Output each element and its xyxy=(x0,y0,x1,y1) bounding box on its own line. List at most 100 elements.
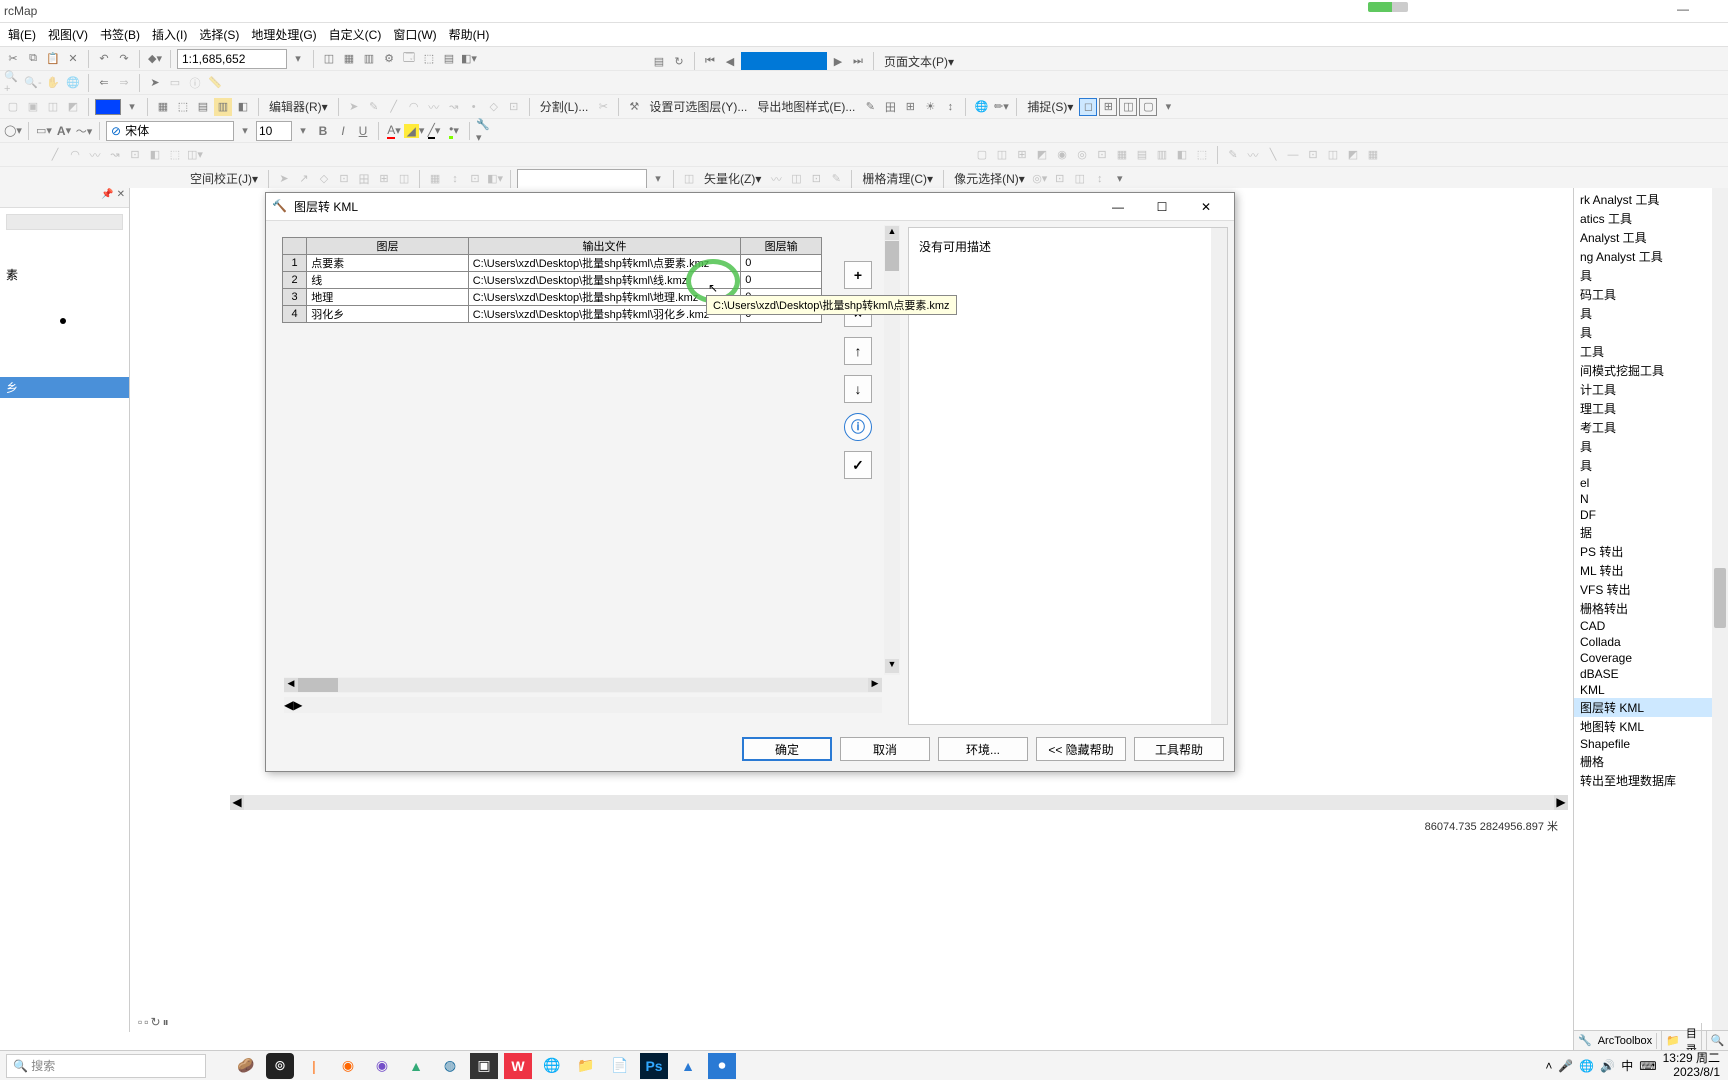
split-tool-icon[interactable]: ✂ xyxy=(594,98,612,116)
r4-icon[interactable]: ◩ xyxy=(1033,146,1051,164)
split-menu[interactable]: 分割(L)... xyxy=(536,98,593,115)
scale-combo[interactable]: 1:1,685,652 xyxy=(177,49,287,69)
dialog-hscroll[interactable]: ◀▶ xyxy=(284,697,882,713)
draw-rect-icon[interactable]: ▭▾ xyxy=(35,122,53,140)
app-m-icon[interactable]: ▲ xyxy=(674,1053,702,1079)
m2-icon[interactable]: ◠ xyxy=(66,146,84,164)
sa6-icon[interactable]: ⊞ xyxy=(375,170,393,188)
r1-icon[interactable]: ▢ xyxy=(973,146,991,164)
menu-insert[interactable]: 插入(I) xyxy=(146,24,193,45)
ed7-icon[interactable]: ▤ xyxy=(194,98,212,116)
scale-dropdown-icon[interactable]: ▾ xyxy=(289,50,307,68)
style3-icon[interactable]: ⊞ xyxy=(901,98,919,116)
pan-icon[interactable]: ✋ xyxy=(44,74,62,92)
sa1-icon[interactable]: ➤ xyxy=(275,170,293,188)
tree-item[interactable]: 工具 xyxy=(1574,342,1728,361)
m8-icon[interactable]: ◫▾ xyxy=(186,146,204,164)
tree-item[interactable]: 栅格 xyxy=(1574,752,1728,771)
redo-icon[interactable]: ↷ xyxy=(115,50,133,68)
tool-g-icon[interactable]: ▤ xyxy=(440,50,458,68)
draw-line-icon[interactable]: 〜▾ xyxy=(75,122,93,140)
sa-combo[interactable] xyxy=(517,169,647,189)
app-sep-icon[interactable]: | xyxy=(300,1053,328,1079)
sketch-icon[interactable]: ✎ xyxy=(365,98,383,116)
tree-item[interactable]: 具 xyxy=(1574,323,1728,342)
grid-hscroll[interactable]: ◀▶ xyxy=(284,677,882,693)
ed2-icon[interactable]: ▣ xyxy=(24,98,42,116)
dialog-maximize-button[interactable]: ☐ xyxy=(1140,194,1184,220)
tree-item[interactable]: 具 xyxy=(1574,304,1728,323)
ps1-icon[interactable]: ◎▾ xyxy=(1031,170,1049,188)
tree-item[interactable]: dBASE xyxy=(1574,666,1728,682)
tree-item[interactable]: el xyxy=(1574,475,1728,491)
marker-color-icon[interactable]: •▾ xyxy=(445,122,463,140)
fill-color-icon[interactable]: ◢▾ xyxy=(405,122,423,140)
menu-edit[interactable]: 辑(E) xyxy=(2,24,42,45)
sa4-icon[interactable]: ⊡ xyxy=(335,170,353,188)
first-page-icon[interactable]: ⏮ xyxy=(701,52,719,70)
app-blender-icon[interactable]: ◉ xyxy=(334,1053,362,1079)
line-color-icon[interactable]: ╱▾ xyxy=(425,122,443,140)
ps-more-icon[interactable]: ▾ xyxy=(1111,170,1129,188)
m5-icon[interactable]: ⊡ xyxy=(126,146,144,164)
ed5-icon[interactable]: ▦ xyxy=(154,98,172,116)
tree-item[interactable]: 具 xyxy=(1574,437,1728,456)
sa-dropdown-icon[interactable]: ▾ xyxy=(649,170,667,188)
edit-arrow-icon[interactable]: ➤ xyxy=(345,98,363,116)
toc-item-selected[interactable]: 乡 xyxy=(0,377,129,398)
app-c4d-icon[interactable]: ◉ xyxy=(368,1053,396,1079)
r8-icon[interactable]: ▦ xyxy=(1113,146,1131,164)
style2-icon[interactable]: 田 xyxy=(881,98,899,116)
pause-draw-icon[interactable]: ⏸ xyxy=(163,1015,169,1030)
style5-icon[interactable]: ↕ xyxy=(941,98,959,116)
menu-bookmarks[interactable]: 书签(B) xyxy=(94,24,146,45)
r10-icon[interactable]: ▥ xyxy=(1153,146,1171,164)
app-sketchup-icon[interactable]: ◍ xyxy=(436,1053,464,1079)
v3-icon[interactable]: ⊡ xyxy=(807,170,825,188)
ps3-icon[interactable]: ◫ xyxy=(1071,170,1089,188)
menu-geoprocessing[interactable]: 地理处理(G) xyxy=(245,24,322,45)
app-recorder-icon[interactable]: ⏺ xyxy=(708,1053,736,1079)
tool-d-icon[interactable]: ⚙ xyxy=(380,50,398,68)
italic-icon[interactable]: I xyxy=(334,122,352,140)
add-data-icon[interactable]: ◆▾ xyxy=(146,50,164,68)
tree-item[interactable]: Coverage xyxy=(1574,650,1728,666)
menu-select[interactable]: 选择(S) xyxy=(193,24,245,45)
tree-item[interactable]: ng Analyst 工具 xyxy=(1574,247,1728,266)
app-box-icon[interactable]: ▣ xyxy=(470,1053,498,1079)
ed1-icon[interactable]: ▢ xyxy=(4,98,22,116)
tree-item[interactable]: KML xyxy=(1574,682,1728,698)
pencil-icon[interactable]: ✏▾ xyxy=(992,98,1010,116)
dialog-minimize-button[interactable]: — xyxy=(1096,194,1140,220)
sa10-icon[interactable]: ⊡ xyxy=(466,170,484,188)
trace-icon[interactable]: ↝ xyxy=(445,98,463,116)
move-down-button[interactable]: ↓ xyxy=(844,375,872,403)
m7-icon[interactable]: ⬚ xyxy=(166,146,184,164)
r13-icon[interactable]: ✎ xyxy=(1224,146,1242,164)
menu-window[interactable]: 窗口(W) xyxy=(387,24,442,45)
ed9-icon[interactable]: ◧ xyxy=(234,98,252,116)
sa7-icon[interactable]: ◫ xyxy=(395,170,413,188)
menu-view[interactable]: 视图(V) xyxy=(42,24,94,45)
r19-icon[interactable]: ◩ xyxy=(1344,146,1362,164)
v1-icon[interactable]: 〰 xyxy=(767,170,785,188)
move-up-button[interactable]: ↑ xyxy=(844,337,872,365)
tray-mic-icon[interactable]: 🎤 xyxy=(1558,1059,1573,1073)
tool-a-icon[interactable]: ◫ xyxy=(320,50,338,68)
edge-icon[interactable]: ⊡ xyxy=(505,98,523,116)
cut-icon[interactable]: ✂ xyxy=(4,50,22,68)
app-notepad-icon[interactable]: 📄 xyxy=(606,1053,634,1079)
ps2-icon[interactable]: ⊡ xyxy=(1051,170,1069,188)
draw-circle-icon[interactable]: ◯▾ xyxy=(4,122,22,140)
ed3-icon[interactable]: ◫ xyxy=(44,98,62,116)
point-icon[interactable]: • xyxy=(465,98,483,116)
r6-icon[interactable]: ◎ xyxy=(1073,146,1091,164)
font-size-combo[interactable]: 10 xyxy=(256,121,292,141)
tree-item[interactable]: 理工具 xyxy=(1574,399,1728,418)
tool-c-icon[interactable]: ▥ xyxy=(360,50,378,68)
tree-item[interactable]: Shapefile xyxy=(1574,736,1728,752)
tree-item[interactable]: 地图转 KML xyxy=(1574,717,1728,736)
vertex-icon[interactable]: ◇ xyxy=(485,98,503,116)
app-arcmap-icon[interactable]: 🌐 xyxy=(538,1053,566,1079)
hide-help-button[interactable]: << 隐藏帮助 xyxy=(1036,737,1126,761)
